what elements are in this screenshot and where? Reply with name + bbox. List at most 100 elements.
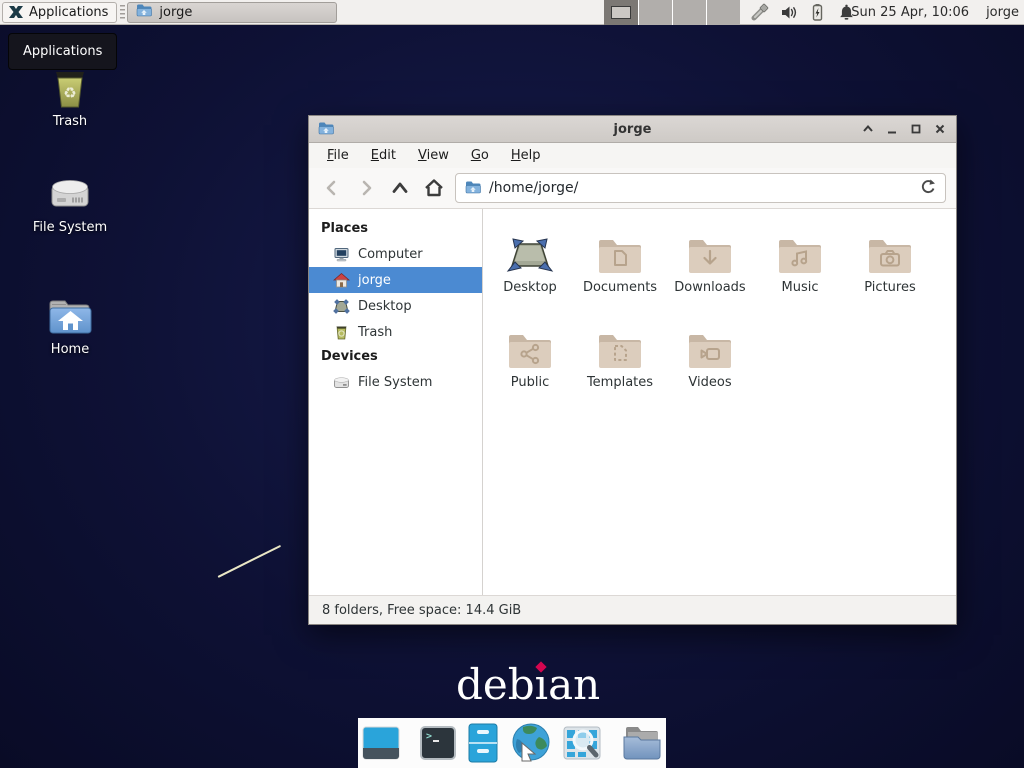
desktop-icon-label: Home <box>0 342 140 357</box>
statusbar-text: 8 folders, Free space: 14.4 GiB <box>322 603 521 618</box>
file-item-pictures[interactable]: Pictures <box>845 221 935 295</box>
file-item-desktop[interactable]: Desktop <box>485 221 575 295</box>
system-tray <box>750 0 856 25</box>
statusbar: 8 folders, Free space: 14.4 GiB <box>309 595 956 624</box>
sidebar-item-computer[interactable]: Computer <box>309 241 482 267</box>
menu-edit[interactable]: Edit <box>363 146 404 165</box>
file-item-music[interactable]: Music <box>755 221 845 295</box>
top-panel: Applications jorge <box>0 0 1024 25</box>
music-folder-icon <box>755 221 845 275</box>
workspace-switcher[interactable] <box>604 0 740 25</box>
places-header: Places <box>309 217 482 241</box>
workspace-window-preview <box>611 6 631 19</box>
desktop-icon-label: File System <box>0 220 140 235</box>
applications-menu-button[interactable]: Applications <box>2 2 117 23</box>
workspace-4[interactable] <box>706 0 740 25</box>
file-item-label: Videos <box>665 375 755 390</box>
minimize-button[interactable] <box>884 122 899 137</box>
sidebar-item-label: Computer <box>358 247 423 262</box>
sidebar-item-label: File System <box>358 375 432 390</box>
shade-button[interactable] <box>860 122 875 137</box>
downloads-folder-icon <box>665 221 755 275</box>
workspace-3[interactable] <box>672 0 706 25</box>
maximize-button[interactable] <box>908 122 923 137</box>
desktop-icon-trash[interactable]: ♻ Trash <box>0 66 140 129</box>
file-item-templates[interactable]: Templates <box>575 316 665 390</box>
file-item-videos[interactable]: Videos <box>665 316 755 390</box>
devices-header: Devices <box>309 345 482 369</box>
desktop-icon <box>333 298 350 315</box>
file-item-label: Music <box>755 280 845 295</box>
folder-icon <box>136 3 152 21</box>
location-input[interactable] <box>489 180 911 196</box>
trash-icon <box>333 324 350 341</box>
file-manager-folder-icon[interactable] <box>620 723 664 763</box>
debian-logo-i: ı <box>535 660 548 709</box>
applications-tooltip: Applications <box>8 33 117 70</box>
workspace-2[interactable] <box>638 0 672 25</box>
file-item-label: Pictures <box>845 280 935 295</box>
web-browser-icon[interactable] <box>509 721 553 765</box>
workspace-1-active[interactable] <box>604 0 638 25</box>
sidebar-item-jorge[interactable]: jorge <box>309 267 482 293</box>
battery-icon[interactable] <box>808 3 827 22</box>
file-cabinet-icon[interactable] <box>466 722 500 764</box>
back-button[interactable] <box>319 175 345 201</box>
file-item-public[interactable]: Public <box>485 316 575 390</box>
username-label[interactable]: jorge <box>986 5 1019 20</box>
menu-go[interactable]: Go <box>463 146 497 165</box>
window-controls <box>860 122 947 137</box>
xfce-menu-icon <box>8 4 24 20</box>
svg-text:>: > <box>426 731 432 742</box>
volume-icon[interactable] <box>779 3 798 22</box>
path-folder-icon <box>465 179 481 198</box>
pictures-folder-icon <box>845 221 935 275</box>
panel-right-info: Sun 25 Apr, 10:06 jorge <box>851 0 1019 25</box>
file-item-label: Templates <box>575 375 665 390</box>
file-icon-view[interactable]: Desktop Documents <box>483 209 956 595</box>
videos-folder-icon <box>665 316 755 370</box>
menu-file[interactable]: File <box>319 146 357 165</box>
sidebar-item-label: Trash <box>358 325 392 340</box>
tools-icon[interactable] <box>750 3 769 22</box>
terminal-icon[interactable]: > <box>419 724 457 762</box>
clock[interactable]: Sun 25 Apr, 10:06 <box>851 5 969 20</box>
file-item-label: Public <box>485 375 575 390</box>
debian-logo: debıan <box>456 660 600 709</box>
home-icon <box>333 272 350 289</box>
applications-menu-label: Applications <box>29 5 108 20</box>
file-manager-window: jorge File Edit View Go Help <box>308 115 957 625</box>
taskbar-grip <box>120 5 125 19</box>
taskbar-window-label: jorge <box>159 5 192 20</box>
toolbar <box>309 168 956 209</box>
dock: > <box>358 718 666 768</box>
debian-logo-text: deb <box>456 660 535 709</box>
sidebar-item-file-system[interactable]: File System <box>309 369 482 395</box>
show-desktop-icon[interactable] <box>361 723 401 763</box>
tooltip-text: Applications <box>23 44 102 59</box>
forward-button[interactable] <box>353 175 379 201</box>
app-finder-icon[interactable] <box>562 723 602 763</box>
window-titlebar[interactable]: jorge <box>309 116 956 143</box>
sidebar-item-desktop[interactable]: Desktop <box>309 293 482 319</box>
file-item-documents[interactable]: Documents <box>575 221 665 295</box>
file-item-downloads[interactable]: Downloads <box>665 221 755 295</box>
sidebar-item-label: Desktop <box>358 299 412 314</box>
computer-icon <box>333 246 350 263</box>
desktop-icon-home[interactable]: Home <box>0 292 140 357</box>
taskbar-window-button[interactable]: jorge <box>127 2 337 23</box>
reload-icon[interactable] <box>919 178 936 199</box>
sidebar-item-trash[interactable]: Trash <box>309 319 482 345</box>
menu-help[interactable]: Help <box>503 146 549 165</box>
close-button[interactable] <box>932 122 947 137</box>
templates-folder-icon <box>575 316 665 370</box>
home-button[interactable] <box>421 175 447 201</box>
desktop-icon-label: Trash <box>0 114 140 129</box>
menubar: File Edit View Go Help <box>309 143 956 168</box>
desktop-icon-file-system[interactable]: File System <box>0 174 140 235</box>
sidebar-item-label: jorge <box>358 273 391 288</box>
up-button[interactable] <box>387 175 413 201</box>
drive-icon <box>0 174 140 216</box>
location-bar[interactable] <box>455 173 946 203</box>
menu-view[interactable]: View <box>410 146 457 165</box>
